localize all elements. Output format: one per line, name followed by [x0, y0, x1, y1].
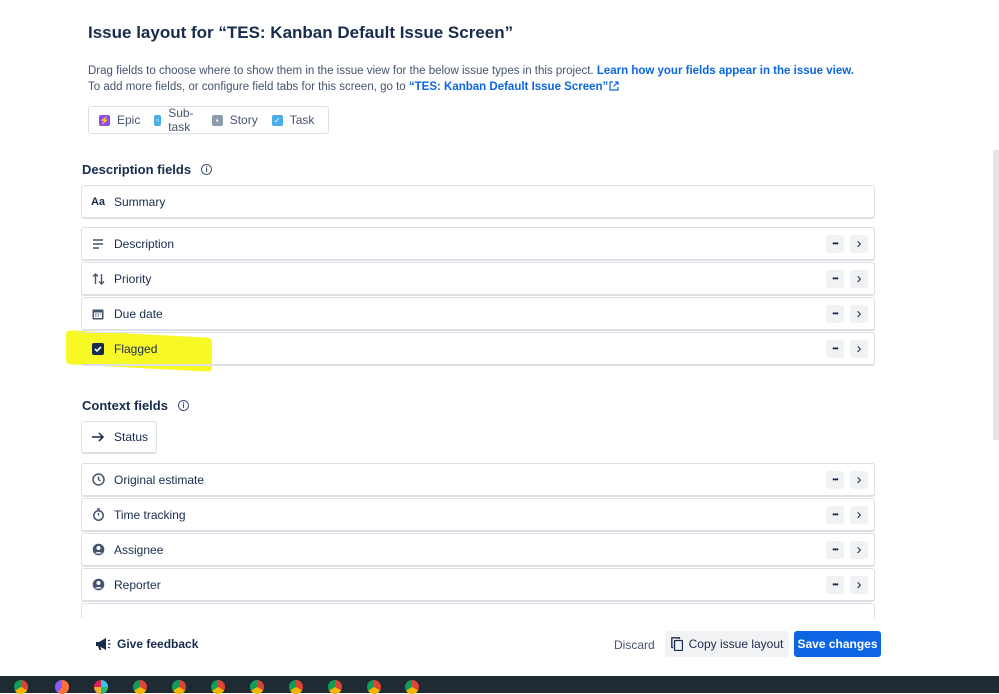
scrollbar[interactable] — [993, 150, 999, 440]
chrome-icon[interactable] — [250, 680, 264, 694]
more-button[interactable]: ••• — [826, 470, 844, 489]
learn-more-link[interactable]: Learn how your fields appear in the issu… — [597, 65, 854, 77]
more-button[interactable]: ••• — [826, 540, 844, 559]
more-button[interactable]: ••• — [826, 269, 844, 288]
info-icon[interactable]: i — [201, 164, 213, 175]
more-button[interactable]: ••• — [826, 304, 844, 323]
expand-button[interactable]: › — [850, 234, 868, 253]
chrome-icon[interactable] — [14, 680, 28, 694]
user-icon — [91, 543, 105, 557]
expand-button[interactable]: › — [850, 304, 868, 323]
chrome-icon[interactable] — [328, 680, 342, 694]
chrome-icon[interactable] — [133, 680, 147, 694]
field-flagged[interactable]: Flagged ••• › — [81, 332, 875, 366]
issue-type-task: ✓ Task — [271, 113, 314, 127]
field-assignee[interactable]: Assignee ••• › — [81, 533, 875, 567]
firefox-icon[interactable] — [55, 680, 69, 694]
expand-button[interactable]: › — [850, 575, 868, 594]
external-link-icon[interactable] — [609, 81, 619, 91]
field-original-estimate[interactable]: Original estimate ••• › — [81, 463, 875, 497]
description-fields-heading: Description fields i — [82, 162, 213, 177]
chrome-icon[interactable] — [289, 680, 303, 694]
chrome-icon[interactable] — [367, 680, 381, 694]
field-description[interactable]: Description ••• › — [81, 227, 875, 261]
text-icon: Aa — [90, 195, 106, 208]
user-icon — [91, 578, 105, 592]
arrow-right-icon — [92, 432, 105, 442]
info-icon[interactable]: i — [177, 400, 189, 411]
expand-button[interactable]: › — [850, 505, 868, 524]
chrome-icon[interactable] — [211, 680, 225, 694]
expand-button[interactable]: › — [850, 540, 868, 559]
text-lines-icon — [91, 237, 105, 251]
save-changes-button[interactable]: Save changes — [794, 631, 881, 657]
page-title: Issue layout for “TES: Kanban Default Is… — [88, 23, 514, 42]
more-button[interactable]: ••• — [826, 575, 844, 594]
issue-type-story: ▪ Story — [211, 113, 258, 127]
more-button[interactable]: ••• — [826, 339, 844, 358]
more-button[interactable]: ••• — [826, 234, 844, 253]
give-feedback-button[interactable]: Give feedback — [95, 637, 198, 651]
more-button[interactable]: ••• — [826, 505, 844, 524]
expand-button[interactable]: › — [850, 470, 868, 489]
priority-arrows-icon — [91, 272, 105, 286]
taskbar — [0, 676, 999, 693]
field-status[interactable]: Status — [81, 421, 157, 454]
epic-icon: ⚡ — [99, 114, 110, 126]
expand-button[interactable]: › — [850, 339, 868, 358]
stopwatch-icon — [91, 508, 105, 522]
context-fields-heading: Context fields i — [82, 398, 189, 413]
checkbox-icon — [91, 342, 105, 356]
slack-icon[interactable] — [94, 680, 108, 694]
field-summary[interactable]: Aa Summary — [81, 185, 875, 219]
issue-type-epic: ⚡ Epic — [99, 113, 141, 127]
discard-button[interactable]: Discard — [614, 638, 655, 652]
calendar-icon — [91, 307, 105, 321]
task-icon: ✓ — [271, 114, 283, 126]
copy-issue-layout-button[interactable]: Copy issue layout — [665, 631, 789, 657]
megaphone-icon — [95, 637, 111, 651]
issue-type-list: ⚡ Epic ▫ Sub-task ▪ Story ✓ Task — [88, 106, 329, 134]
chrome-icon[interactable] — [172, 680, 186, 694]
chrome-icon[interactable] — [405, 680, 419, 694]
issue-type-subtask: ▫ Sub-task — [154, 106, 194, 134]
copy-icon — [670, 637, 683, 651]
description-text: Drag fields to choose where to show them… — [88, 65, 854, 93]
subtask-icon: ▫ — [154, 114, 162, 126]
screen-link[interactable]: “TES: Kanban Default Issue Screen” — [409, 81, 608, 93]
field-reporter[interactable]: Reporter ••• › — [81, 568, 875, 602]
story-icon: ▪ — [211, 114, 223, 126]
field-due-date[interactable]: Due date ••• › — [81, 297, 875, 331]
clock-icon — [91, 473, 105, 487]
expand-button[interactable]: › — [850, 269, 868, 288]
field-priority[interactable]: Priority ••• › — [81, 262, 875, 296]
field-time-tracking[interactable]: Time tracking ••• › — [81, 498, 875, 532]
